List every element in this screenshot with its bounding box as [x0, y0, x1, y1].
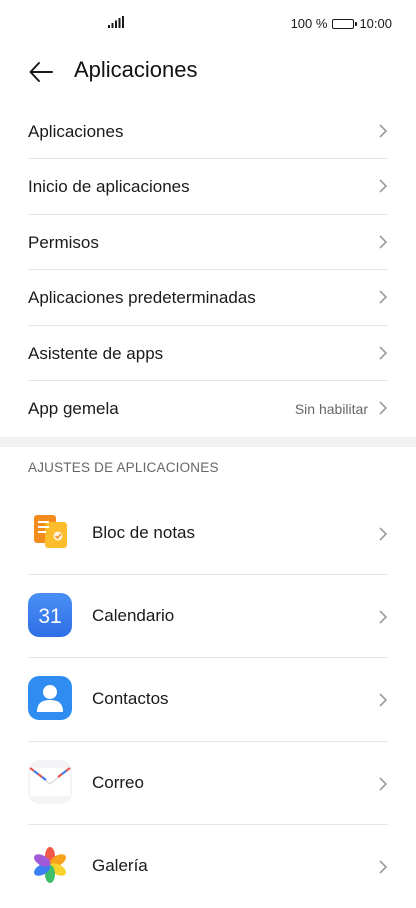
chevron-right-icon: [379, 179, 388, 193]
menu-item-aplicaciones[interactable]: Aplicaciones: [28, 104, 388, 160]
battery-percent: 100 %: [290, 16, 328, 31]
battery-icon: [332, 18, 358, 29]
chevron-right-icon: [379, 124, 388, 138]
menu-item-asistente-de-apps[interactable]: Asistente de apps: [28, 326, 388, 381]
chevron-right-icon: [379, 290, 388, 304]
settings-menu: Aplicaciones Inicio de aplicaciones Perm…: [0, 104, 416, 436]
menu-item-label: Permisos: [28, 232, 99, 252]
calendar-icon: 31: [28, 593, 72, 638]
menu-item-permisos[interactable]: Permisos: [28, 215, 388, 271]
app-item-contactos[interactable]: Contactos: [28, 658, 388, 742]
chevron-right-icon: [379, 235, 388, 249]
chevron-right-icon: [379, 401, 388, 415]
calendar-icon-day: 31: [38, 605, 61, 628]
chevron-right-icon: [379, 527, 388, 541]
chevron-right-icon: [379, 776, 388, 791]
app-item-label: Contactos: [92, 689, 169, 709]
notepad-icon: [28, 510, 72, 554]
app-item-label: Bloc de notas: [92, 523, 196, 542]
chevron-right-icon: [379, 860, 388, 874]
contacts-icon: [28, 676, 72, 721]
back-arrow-icon[interactable]: [28, 60, 54, 84]
page-title: Aplicaciones: [74, 57, 198, 82]
section-divider: [0, 437, 416, 447]
app-item-bloc-de-notas[interactable]: Bloc de notas: [28, 492, 388, 576]
menu-item-value: Sin habilitar: [294, 400, 368, 417]
signal-icon: [108, 16, 124, 28]
menu-item-label: Inicio de aplicaciones: [28, 177, 190, 197]
menu-item-app-gemela[interactable]: App gemela Sin habilitar: [28, 381, 388, 436]
chevron-right-icon: [379, 693, 388, 707]
app-item-label: Galería: [92, 855, 148, 875]
menu-item-label: Aplicaciones predeterminadas: [28, 288, 256, 308]
menu-item-label: Aplicaciones: [28, 122, 124, 141]
section-header: AJUSTES DE APLICACIONES: [28, 460, 219, 475]
menu-item-inicio-de-aplicaciones[interactable]: Inicio de aplicaciones: [28, 159, 388, 215]
apps-settings-list: Bloc de notas 31 Calendario Contactos Co…: [0, 492, 416, 908]
menu-item-label: App gemela: [28, 398, 119, 418]
app-item-label: Correo: [92, 772, 144, 792]
menu-item-label: Asistente de apps: [28, 343, 164, 363]
app-item-galeria[interactable]: Galería: [28, 825, 388, 908]
app-item-label: Calendario: [92, 606, 175, 626]
app-item-correo[interactable]: Correo: [28, 742, 388, 825]
status-bar: 100 % 10:00: [0, 0, 416, 48]
gallery-icon: [28, 842, 72, 887]
menu-item-aplicaciones-predeterminadas[interactable]: Aplicaciones predeterminadas: [28, 270, 388, 326]
chevron-right-icon: [379, 610, 388, 624]
chevron-right-icon: [379, 345, 388, 360]
mail-icon: [28, 759, 72, 804]
status-time: 10:00: [359, 16, 392, 31]
app-item-calendario[interactable]: 31 Calendario: [28, 575, 388, 659]
app-bar: Aplicaciones: [0, 48, 416, 96]
